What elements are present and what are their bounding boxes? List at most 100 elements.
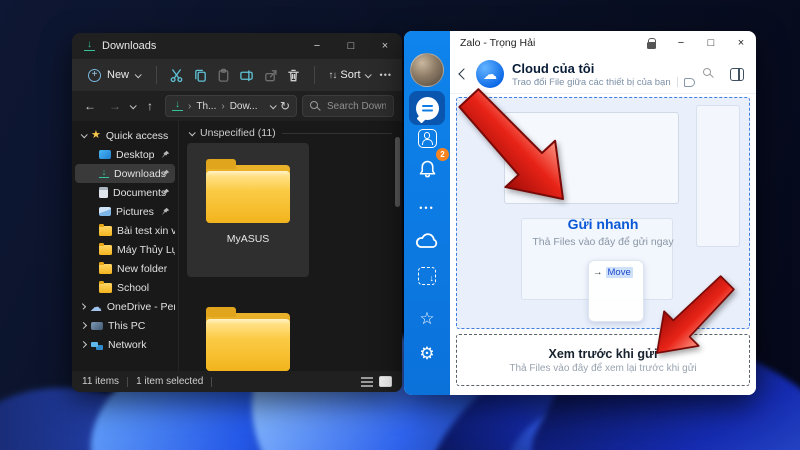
back-button[interactable]: ← [80,99,100,113]
plus-circle-icon: + [88,68,101,82]
lock-icon [646,37,656,49]
maximize-button[interactable]: □ [334,33,368,59]
chevron-right-icon[interactable] [79,303,87,310]
folder-name: MyASUS [226,233,270,245]
selection-count: 1 item selected [136,376,204,387]
sidebar-item-pictures[interactable]: Pictures [75,202,175,221]
chevron-down-icon[interactable] [80,131,88,139]
explorer-titlebar[interactable]: ↓ Downloads − □ × [72,33,402,59]
refresh-button[interactable]: ↻ [280,99,290,113]
details-view-button[interactable] [361,376,373,387]
folder-icon [206,159,290,223]
search-input[interactable] [327,100,386,112]
chevron-right-icon[interactable] [79,340,88,349]
new-button-label: New [107,69,130,81]
contacts-book-icon [417,128,437,148]
address-dropdown-chevron[interactable] [269,101,277,109]
sidebar-item-folder[interactable]: Bài test xin việc [75,221,175,240]
explorer-window-title: Downloads [102,40,157,52]
crumb-separator: › [221,100,225,112]
share-button[interactable] [261,63,280,87]
network-icon [91,342,98,347]
sidebar-item-folder[interactable]: New folder [75,259,175,278]
sidebar-label: Pictures [116,205,154,218]
maximize-button[interactable]: □ [696,31,726,55]
sidebar-item-quick-access[interactable]: ★ Quick access [75,126,175,145]
sidebar-item-folder[interactable]: Máy Thủy Lực [75,240,175,259]
zalo-titlebar[interactable]: Zalo - Trọng Hải − □ × [450,31,756,55]
scrollbar-thumb[interactable] [395,137,400,207]
my-cloud-avatar: ☁ [476,60,504,89]
sidebar-item-network[interactable]: Network [75,335,175,354]
sidebar-item-documents[interactable]: Documents [75,183,175,202]
rename-button[interactable] [237,63,256,87]
breadcrumb-root[interactable]: Th... [196,101,216,112]
breadcrumb[interactable]: ↓ › Th... › Dow... ↻ [165,95,297,117]
search-icon[interactable] [703,67,716,81]
pin-icon [161,188,170,197]
new-button[interactable]: + New [82,65,146,86]
cut-button[interactable] [167,63,186,87]
drag-ghost: → Move [588,260,644,322]
rail-item-favorites[interactable]: ☆ [409,301,445,335]
quick-send-dropzone[interactable]: Gửi nhanh Thả Files vào đây để gửi ngay … [456,97,750,329]
recent-locations-chevron[interactable] [129,101,137,109]
sidebar-item-this-pc[interactable]: This PC [75,316,175,335]
search-icon [310,100,321,112]
paste-button[interactable] [214,63,233,87]
group-header[interactable]: Unspecified (11) [188,127,392,139]
capture-frame-icon: ↓ [418,267,436,285]
downloads-icon: ↓ [84,40,95,51]
rail-item-notifications[interactable]: 2 [409,148,449,185]
explorer-command-bar: + New ↑↓ Sort ••• [72,59,402,91]
cloud-content: Gửi nhanh Thả Files vào đây để gửi ngay … [450,94,756,395]
chevron-right-icon[interactable] [79,321,88,330]
zalo-window-title: Zalo - Trọng Hải [460,37,536,50]
up-button[interactable]: ↑ [140,99,160,113]
sidebar-item-folder[interactable]: School [75,278,175,297]
see-more-button[interactable]: ••• [380,70,392,80]
chevron-down-icon[interactable] [188,128,196,136]
quick-access-star-icon: ★ [91,129,101,141]
conversation-tag-icon[interactable] [683,77,695,87]
sort-button[interactable]: ↑↓ Sort [324,67,373,83]
sidebar-item-onedrive[interactable]: ☁ OneDrive - Personal [75,297,175,316]
sidebar-item-desktop[interactable]: Desktop [75,145,175,164]
back-button[interactable] [458,68,470,80]
downloads-icon: ↓ [172,100,183,111]
copy-button[interactable] [190,63,209,87]
rail-item-settings[interactable]: ⚙ [409,336,445,370]
rail-item-more[interactable]: ••• [409,194,445,222]
sidebar-item-downloads[interactable]: ↓ Downloads [75,164,175,183]
lock-button[interactable] [636,31,666,55]
delete-button[interactable] [284,63,303,87]
status-divider [211,376,213,387]
trash-icon [288,69,300,81]
move-label: Move [605,267,633,278]
forward-button[interactable]: → [105,99,125,113]
rail-item-cloud[interactable] [409,223,445,257]
cloud-subtitle: Trao đổi File giữa các thiết bị của bạn [512,76,671,88]
user-avatar[interactable] [410,53,444,87]
minimize-button[interactable]: − [300,33,334,59]
large-icons-view-button[interactable] [379,376,392,387]
rail-item-screen-capture[interactable]: ↓ [409,259,445,293]
folder-tile-myasus[interactable]: MyASUS [187,143,309,277]
cloud-header: ☁ Cloud của tôi Trao đổi File giữa các t… [450,55,756,94]
close-button[interactable]: × [368,33,402,59]
more-dots-icon: ••• [419,203,435,213]
preview-subtitle: Thả Files vào đây để xem lại trước khi g… [509,362,697,374]
minimize-button[interactable]: − [666,31,696,55]
desktop: ↓ Downloads − □ × + New ↑↓ Sort ••• ← → … [0,0,800,450]
folder-icon [206,307,290,371]
toggle-sidebar-icon[interactable] [730,67,744,81]
breadcrumb-current[interactable]: Dow... [230,101,258,112]
close-button[interactable]: × [726,31,756,55]
sidebar-label: OneDrive - Personal [106,300,175,313]
preview-before-send-dropzone[interactable]: Xem trước khi gửi Thả Files vào đây để x… [456,334,750,386]
explorer-file-list[interactable]: Unspecified (11) MyASUS [178,121,402,371]
documents-icon [99,187,108,198]
rail-item-messages[interactable] [409,91,445,125]
folder-tile[interactable] [187,291,309,371]
zalo-window: 2 ••• ↓ ☆ ⚙ Zalo - Trọng Hải − □ × ☁ Clo… [404,31,756,395]
